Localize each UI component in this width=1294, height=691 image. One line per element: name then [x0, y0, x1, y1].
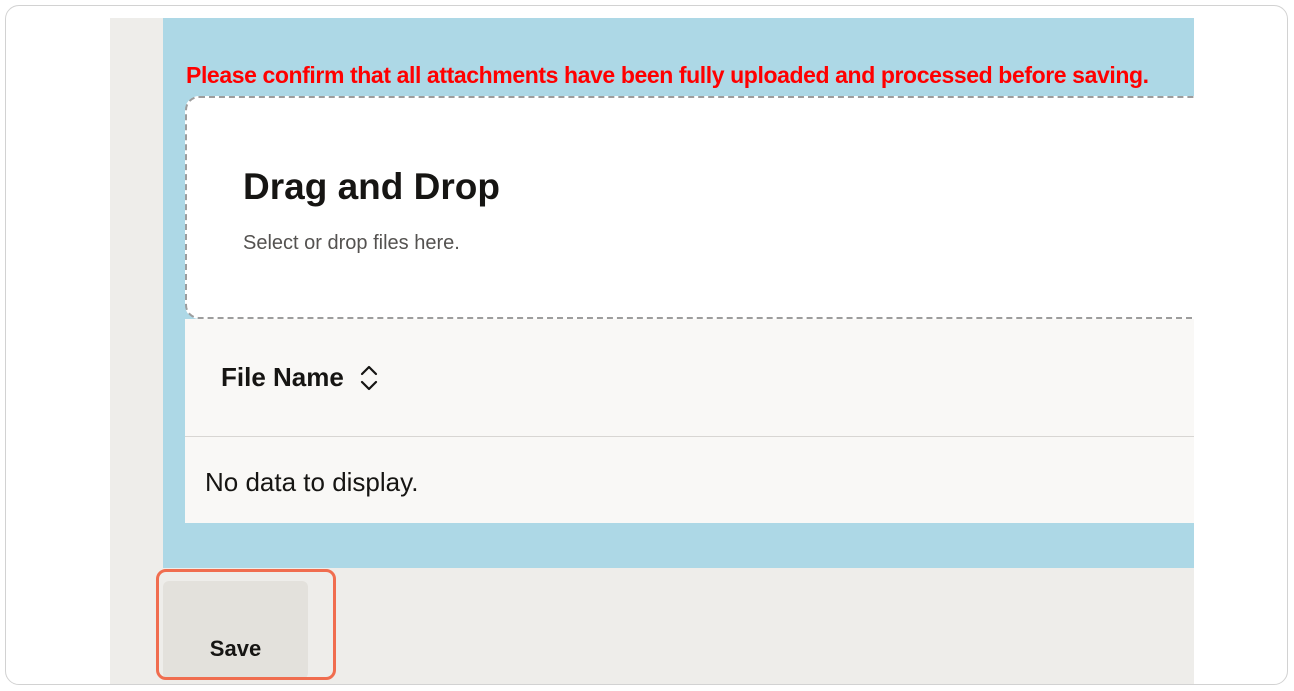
- save-button[interactable]: Save: [163, 581, 308, 679]
- screenshot-frame: Please confirm that all attachments have…: [5, 5, 1288, 685]
- column-header-label: File Name: [221, 362, 344, 392]
- column-header-file-name[interactable]: File Name: [221, 362, 380, 393]
- drop-zone-subtitle: Select or drop files here.: [243, 232, 460, 254]
- attachments-table-body: No data to display.: [185, 437, 1194, 523]
- attachments-panel: Please confirm that all attachments have…: [163, 18, 1194, 568]
- upload-warning-message: Please confirm that all attachments have…: [186, 62, 1149, 88]
- sort-updown-icon[interactable]: [358, 363, 380, 393]
- attachments-table-header: File Name: [185, 319, 1194, 437]
- page-canvas: Please confirm that all attachments have…: [110, 18, 1194, 684]
- drop-zone-title: Drag and Drop: [243, 166, 500, 207]
- file-drop-zone[interactable]: Drag and Drop Select or drop files here.: [185, 96, 1194, 319]
- empty-table-message: No data to display.: [205, 467, 419, 497]
